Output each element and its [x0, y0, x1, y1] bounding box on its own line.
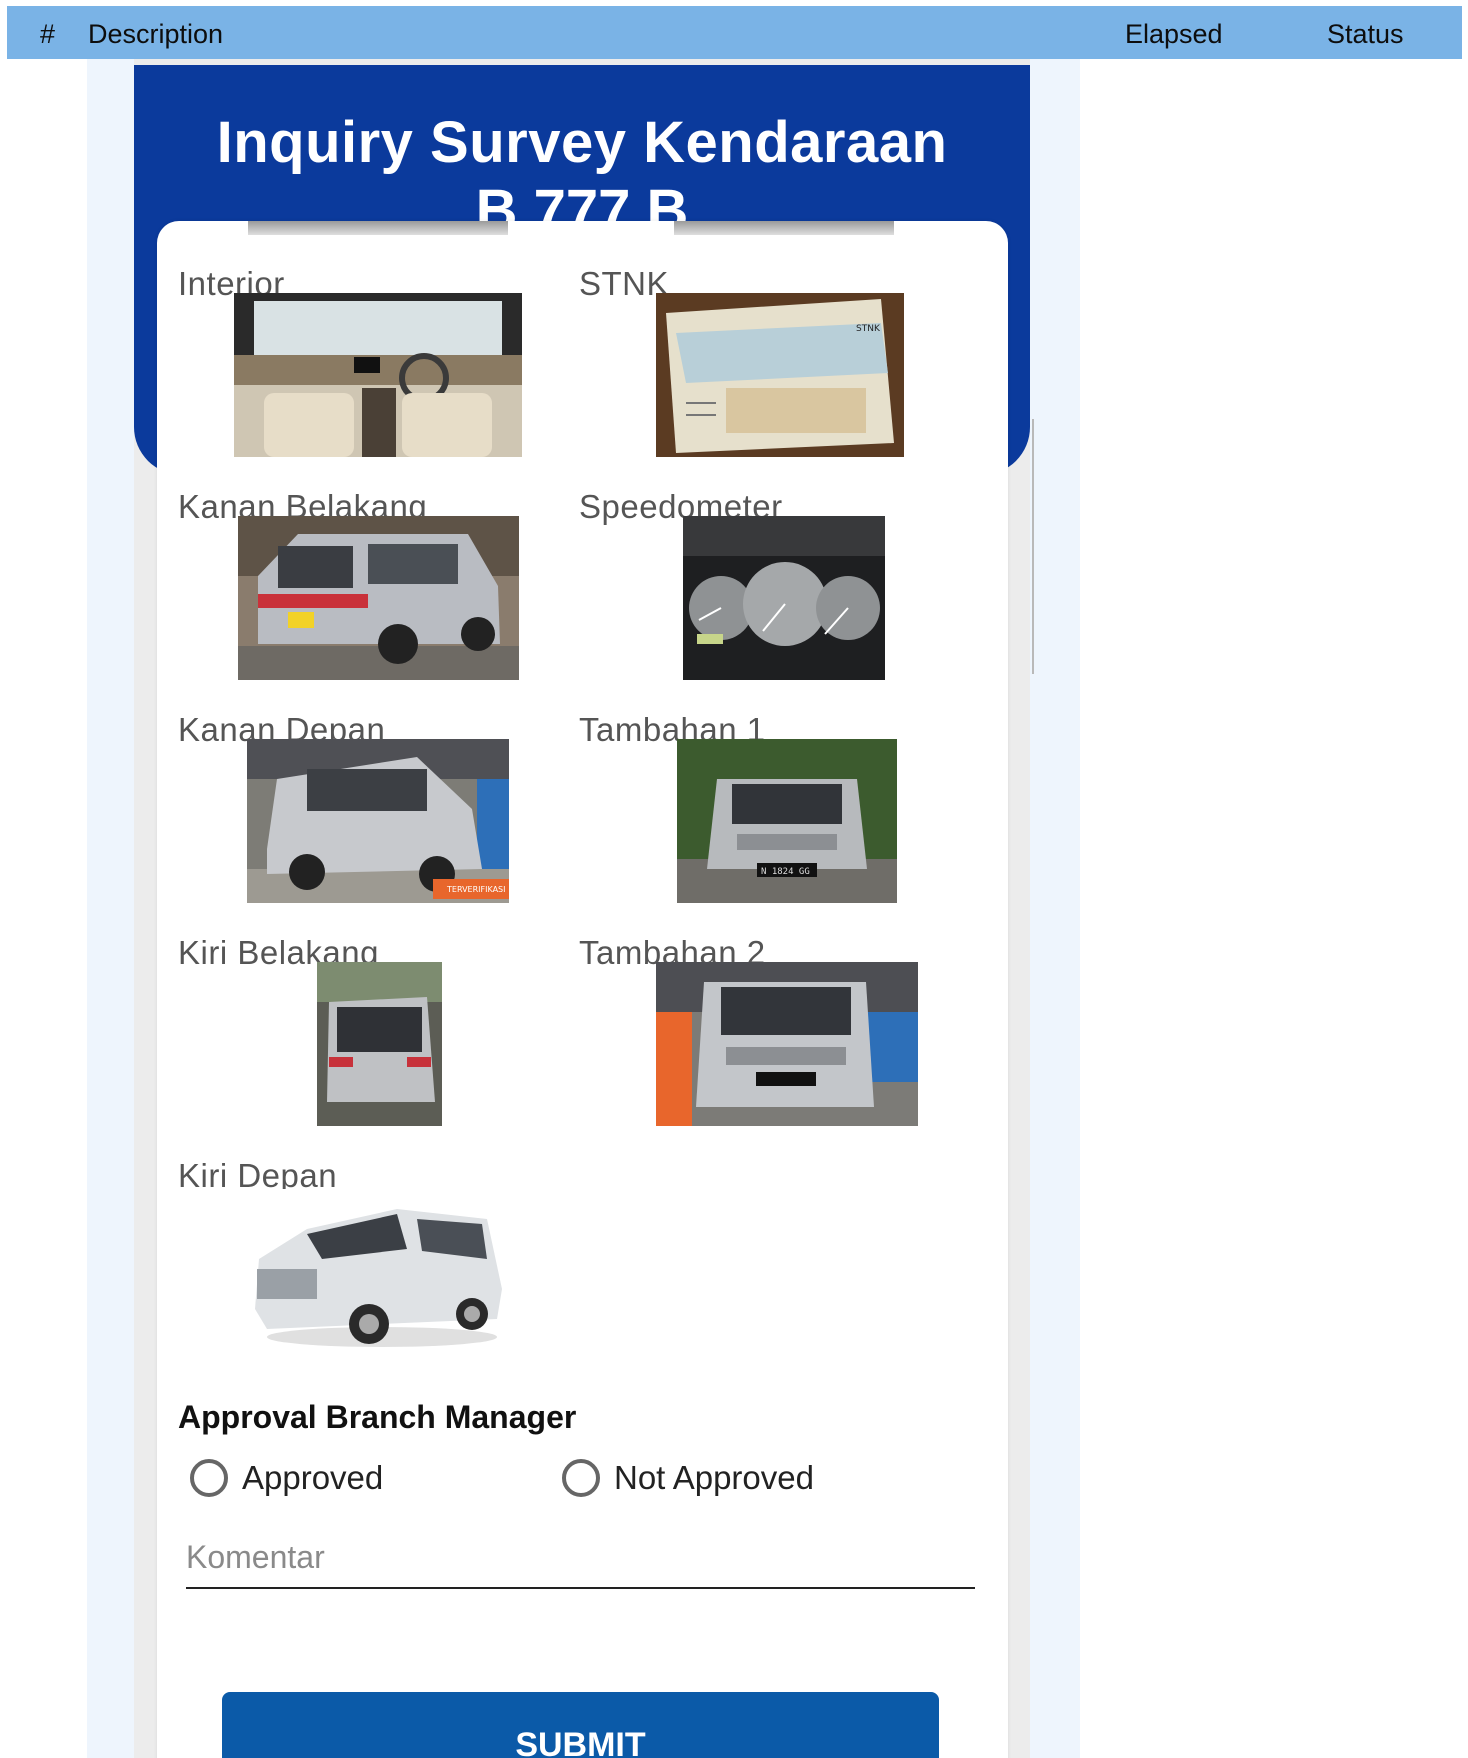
front-right-photo[interactable]: TERVERIFIKASI — [247, 739, 509, 903]
comment-input[interactable] — [186, 1527, 975, 1589]
page-title: Inquiry Survey Kendaraan — [216, 110, 948, 175]
scrolled-photo-edge — [674, 221, 894, 235]
tambahan-2-photo[interactable] — [656, 962, 918, 1126]
rear-right-photo[interactable] — [238, 516, 519, 680]
radio-button[interactable] — [562, 1459, 600, 1497]
column-header-status[interactable]: Status — [1327, 19, 1404, 50]
stnk-photo[interactable]: STNK — [656, 293, 904, 457]
speedometer-photo[interactable] — [683, 516, 885, 680]
not-approved-label: Not Approved — [614, 1459, 814, 1496]
scroll-indicator — [1022, 419, 1034, 674]
approved-label: Approved — [242, 1459, 384, 1496]
table-header: # Description Elapsed Status — [7, 6, 1462, 59]
svg-text:N 1824 GG: N 1824 GG — [761, 867, 810, 877]
radio-button[interactable] — [190, 1459, 228, 1497]
submit-button[interactable]: SUBMIT — [222, 1692, 939, 1758]
column-header-elapsed[interactable]: Elapsed — [1125, 19, 1223, 50]
mobile-screen: Inquiry Survey Kendaraan B 777 B Interio… — [87, 59, 1080, 1758]
tambahan-1-photo[interactable]: N 1824 GG — [677, 739, 897, 903]
not-approved-radio-option[interactable]: Not Approved — [562, 1459, 814, 1497]
rear-left-photo[interactable] — [317, 962, 442, 1126]
svg-text:STNK: STNK — [856, 324, 881, 334]
front-left-photo[interactable] — [247, 1189, 509, 1353]
column-header-description[interactable]: Description — [88, 19, 223, 50]
column-header-number[interactable]: # — [40, 19, 55, 50]
interior-photo[interactable] — [234, 293, 522, 457]
scrolled-photo-edge — [248, 221, 508, 235]
approval-section-title: Approval Branch Manager — [178, 1399, 577, 1435]
svg-text:TERVERIFIKASI: TERVERIFIKASI — [446, 885, 505, 894]
approved-radio-option[interactable]: Approved — [190, 1459, 383, 1497]
